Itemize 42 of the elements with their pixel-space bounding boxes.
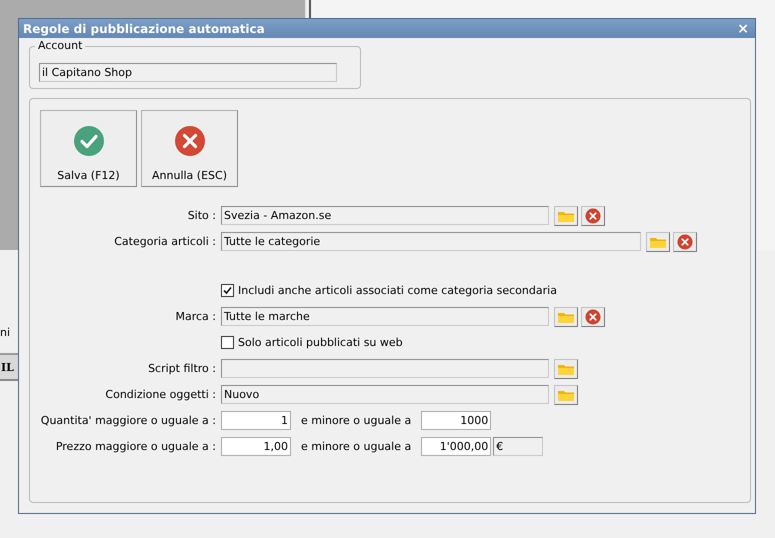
account-field[interactable]: il Capitano Shop (39, 63, 337, 82)
checkbox-label: Solo articoli pubblicati su web (238, 336, 403, 349)
field-label: Script filtro : (147, 362, 216, 375)
input-field[interactable] (221, 359, 549, 378)
check-icon (72, 125, 104, 157)
input-field[interactable]: Nuovo (221, 385, 549, 404)
field-label: Marca : (174, 310, 216, 323)
group-legend: Account (35, 39, 86, 52)
input-field[interactable]: Tutte le categorie (221, 232, 641, 251)
currency-field: € (493, 437, 544, 456)
close-icon (174, 125, 206, 157)
field-label: Categoria articoli : (113, 235, 216, 248)
field-label: Condizione oggetti : (104, 388, 216, 401)
clear-icon (677, 234, 693, 250)
save-button[interactable]: Salva (F12) (40, 110, 137, 187)
clear-button[interactable] (581, 206, 605, 226)
clear-button[interactable] (581, 306, 605, 326)
clear-icon (585, 308, 601, 324)
field-label: Prezzo maggiore o uguale a : (54, 440, 216, 453)
clear-icon (585, 208, 601, 224)
browse-button[interactable] (554, 306, 578, 326)
browse-button[interactable] (554, 384, 578, 404)
browse-button[interactable] (646, 232, 670, 252)
input-field[interactable]: 1 (221, 411, 291, 430)
input-field[interactable]: Svezia - Amazon.se (221, 206, 549, 225)
browse-button[interactable] (554, 206, 578, 226)
clear-button[interactable] (673, 232, 697, 252)
checkbox[interactable] (221, 284, 234, 297)
field-label: Sito : (186, 209, 216, 222)
background-text: ni (0, 326, 10, 339)
window-title: Regole di pubblicazione automatica (23, 22, 265, 36)
field-label: e minore o uguale a (300, 440, 412, 453)
input-field[interactable]: Tutte le marche (221, 307, 549, 326)
field-label: Quantita' maggiore o uguale a : (40, 414, 216, 427)
input-field[interactable]: 1'000,00 (421, 437, 492, 456)
cancel-button[interactable]: Annulla (ESC) (141, 110, 238, 187)
checkbox[interactable] (221, 336, 234, 349)
input-field[interactable]: 1000 (421, 411, 492, 430)
browse-button[interactable] (554, 358, 578, 378)
field-label: e minore o uguale a (300, 414, 412, 427)
input-field[interactable]: 1,00 (221, 437, 291, 456)
checkbox-label: Includi anche articoli associati come categoria secondaria (238, 284, 557, 297)
